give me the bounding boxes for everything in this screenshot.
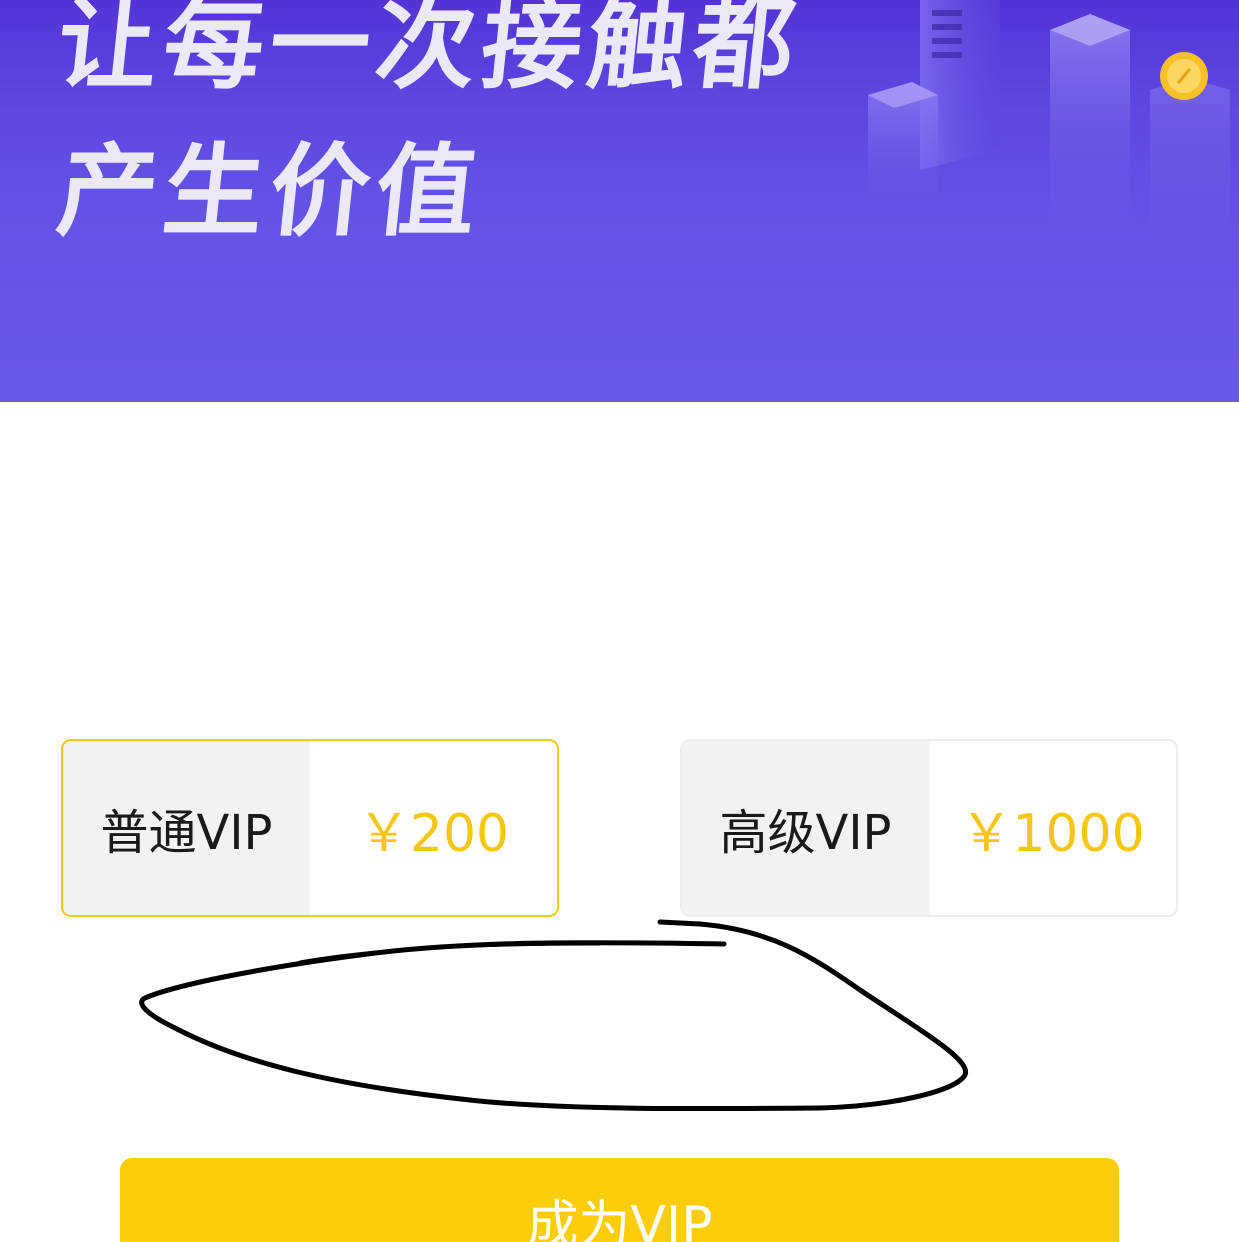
- plan-price: ￥200: [357, 803, 510, 864]
- plan-name: 普通VIP: [63, 741, 310, 915]
- plan-price: ￥1000: [960, 803, 1145, 864]
- app-root: 让每一次接触都 产生价值 普通VIP ￥200 高级VIP ￥1000 成为VI…: [0, 0, 1239, 1242]
- hero-banner: 让每一次接触都 产生价值: [0, 0, 1239, 402]
- hero-title-line-1: 让每一次接触都: [51, 0, 807, 103]
- become-vip-label: 成为VIP: [526, 1196, 713, 1242]
- plan-card-premium-vip[interactable]: 高级VIP ￥1000: [680, 739, 1178, 917]
- plan-name: 高级VIP: [682, 741, 929, 915]
- plan-card-basic-vip[interactable]: 普通VIP ￥200: [61, 739, 559, 917]
- city-illustration: [868, 0, 1230, 260]
- become-vip-button[interactable]: 成为VIP: [120, 1158, 1119, 1242]
- hand-drawn-scribble: [139, 919, 969, 1112]
- hero-title-line-2: 产生价值: [51, 133, 489, 250]
